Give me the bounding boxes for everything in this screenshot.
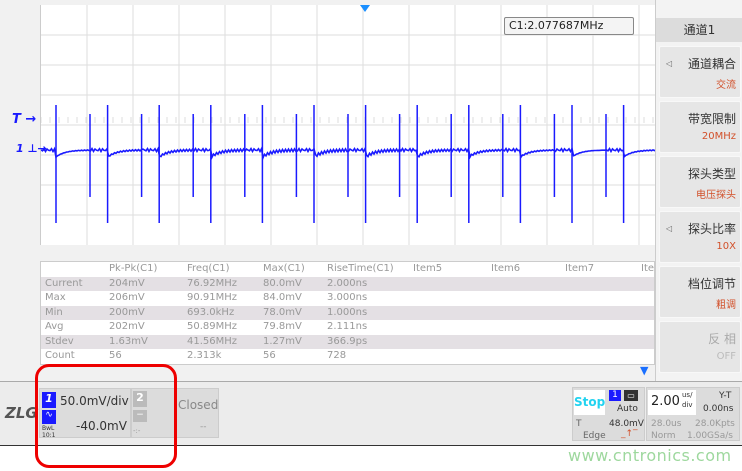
timebase-unit-top: us/ (682, 391, 693, 399)
table-header-row: Pk-Pk(C1) Freq(C1) Max(C1) RiseTime(C1) Item… (41, 262, 654, 277)
table-row: Count 56 2.313k 56 728 (41, 349, 654, 364)
table-cell: 1.000ns (327, 306, 368, 318)
row-label: Current (45, 277, 83, 289)
annotation-highlight (35, 364, 177, 468)
rising-edge-icon: _↑‾ (621, 429, 638, 439)
table-cell: 200mV (109, 306, 145, 318)
table-cell: 1.27mV (263, 335, 302, 347)
table-cell: 84.0mV (263, 292, 302, 303)
waveform-svg (41, 5, 656, 245)
table-cell: 2.313k (187, 350, 222, 361)
timebase-value: 2.00 (651, 394, 680, 409)
side-menu-item: 反 相 OFF (659, 321, 741, 373)
side-menu-item[interactable]: 带宽限制 20MHz (659, 101, 741, 153)
side-menu-value: 电压探头 (696, 190, 736, 201)
side-menu-label: 反 相 (708, 332, 736, 346)
table-row: Current 204mV 76.92MHz 80.0mV 2.000ns (41, 276, 654, 291)
row-label: Count (45, 350, 75, 361)
table-cell: 1.63mV (109, 335, 148, 347)
side-panel-title: 通道1 (656, 18, 742, 42)
table-cell: 2.111ns (327, 321, 368, 332)
table-cell: 204mV (109, 277, 145, 289)
trigger-level-marker[interactable]: T → (12, 112, 36, 127)
trigger-mode: Auto (617, 404, 638, 414)
row-label: Max (45, 292, 66, 303)
table-cell: 56 (263, 350, 276, 361)
trigger-coupling-icon: ▭ (624, 390, 638, 401)
display-mode: Y-T (719, 391, 732, 401)
time-window: 28.0us (651, 419, 682, 429)
trigger-position-marker[interactable] (360, 5, 370, 12)
side-menu-item[interactable]: ◁ 通道耦合交流 (659, 46, 741, 98)
left-arrow-icon: ◁ (666, 59, 673, 68)
side-menu-item[interactable]: 档位调节粗调 (659, 266, 741, 318)
table-cell: 78.0mV (263, 306, 302, 318)
table-cell: 56 (109, 350, 122, 361)
acquisition-mode: Norm (651, 431, 676, 441)
left-arrow-icon: ◁ (666, 224, 673, 233)
table-cell: 79.8mV (263, 321, 302, 332)
side-menu-value: 10X (716, 241, 736, 252)
table-row: Stdev 1.63mV 41.56MHz 1.27mV 366.9ps (41, 334, 654, 349)
table-row: Avg 202mV 50.89MHz 79.8mV 2.111ns (41, 320, 654, 335)
column-header: Item7 (565, 263, 595, 274)
row-label: Avg (45, 321, 64, 332)
column-header: Item6 (491, 263, 521, 274)
trigger-type: Edge (583, 431, 606, 441)
side-menu-item[interactable]: 探头类型电压探头 (659, 156, 741, 208)
table-cell: 3.000ns (327, 292, 368, 303)
table-cell: 50.89MHz (187, 321, 238, 332)
channel2-scale: -- (200, 422, 207, 432)
trigger-source-badge: 1 (609, 390, 621, 401)
column-header: Max(C1) (263, 263, 305, 274)
run-stop-button[interactable]: Stop (574, 390, 605, 415)
table-row: Max 206mV 90.91MHz 84.0mV 3.000ns (41, 291, 654, 306)
frequency-readout: C1:2.077687MHz (504, 17, 634, 35)
side-menu-label: 档位调节 (687, 277, 736, 291)
column-header: Pk-Pk(C1) (109, 263, 158, 274)
row-label: Min (45, 306, 63, 318)
watermark: www.cntronics.com (568, 446, 732, 465)
trigger-level: 48.0mV (609, 419, 644, 429)
column-header: Item5 (413, 263, 443, 274)
table-cell: 2.000ns (327, 277, 368, 289)
side-menu-label: 探头比率 (687, 222, 736, 236)
side-menu-label: 带宽限制 (687, 112, 736, 126)
side-menu-value: 20MHz (701, 131, 736, 142)
channel2-status: Closed (178, 398, 219, 412)
timebase-settings[interactable]: 2.00 us/ div Y-T 0.00ns 28.0us 28.0Kpts … (646, 387, 740, 441)
side-menu-label: 通道耦合 (687, 57, 736, 71)
table-cell: 366.9ps (327, 335, 368, 347)
trigger-settings[interactable]: Stop 1 ▭ Auto T 48.0mV Edge _↑‾ (572, 387, 645, 441)
table-row: Min 200mV 693.0kHz 78.0mV 1.000ns (41, 305, 654, 320)
waveform-plot[interactable] (40, 5, 656, 245)
table-cell: 693.0kHz (187, 306, 235, 318)
table-cell: 41.56MHz (187, 335, 238, 347)
oscilloscope-screen: T → 1 ⊥→ C1:2.077687MHz Pk-Pk(C1) Freq(C1… (0, 0, 742, 381)
table-cell: 206mV (109, 292, 145, 303)
measurement-table: Pk-Pk(C1) Freq(C1) Max(C1) RiseTime(C1) Item… (40, 261, 655, 365)
table-cell: 90.91MHz (187, 292, 238, 303)
trigger-level-label: T (576, 419, 582, 429)
side-menu-label: 探头类型 (687, 167, 736, 181)
side-menu-value: 粗调 (716, 300, 736, 311)
table-cell: 202mV (109, 321, 145, 332)
channel1-marker[interactable]: 1 ⊥→ (16, 142, 47, 155)
table-cell: 728 (327, 350, 347, 361)
table-cell: 80.0mV (263, 277, 302, 289)
memory-depth: 28.0Kpts (695, 419, 735, 429)
side-menu-value: OFF (716, 351, 736, 362)
timebase-unit-bottom: div (682, 401, 693, 409)
channel-side-panel: 通道1 ◁ 通道耦合交流带宽限制 20MHz 探头类型电压探头 ◁ 探头比率 10X 档位调节… (655, 0, 742, 381)
scroll-down-icon[interactable]: ▼ (640, 364, 648, 377)
horizontal-delay: 0.00ns (703, 404, 734, 414)
sample-rate: 1.00GSa/s (687, 431, 733, 441)
column-header: Ite (641, 263, 655, 274)
table-cell: 76.92MHz (187, 277, 238, 289)
side-menu-value: 交流 (716, 80, 736, 91)
column-header: Freq(C1) (187, 263, 230, 274)
column-header: RiseTime(C1) (327, 263, 394, 274)
side-menu-item[interactable]: ◁ 探头比率 10X (659, 211, 741, 263)
row-label: Stdev (45, 335, 74, 347)
